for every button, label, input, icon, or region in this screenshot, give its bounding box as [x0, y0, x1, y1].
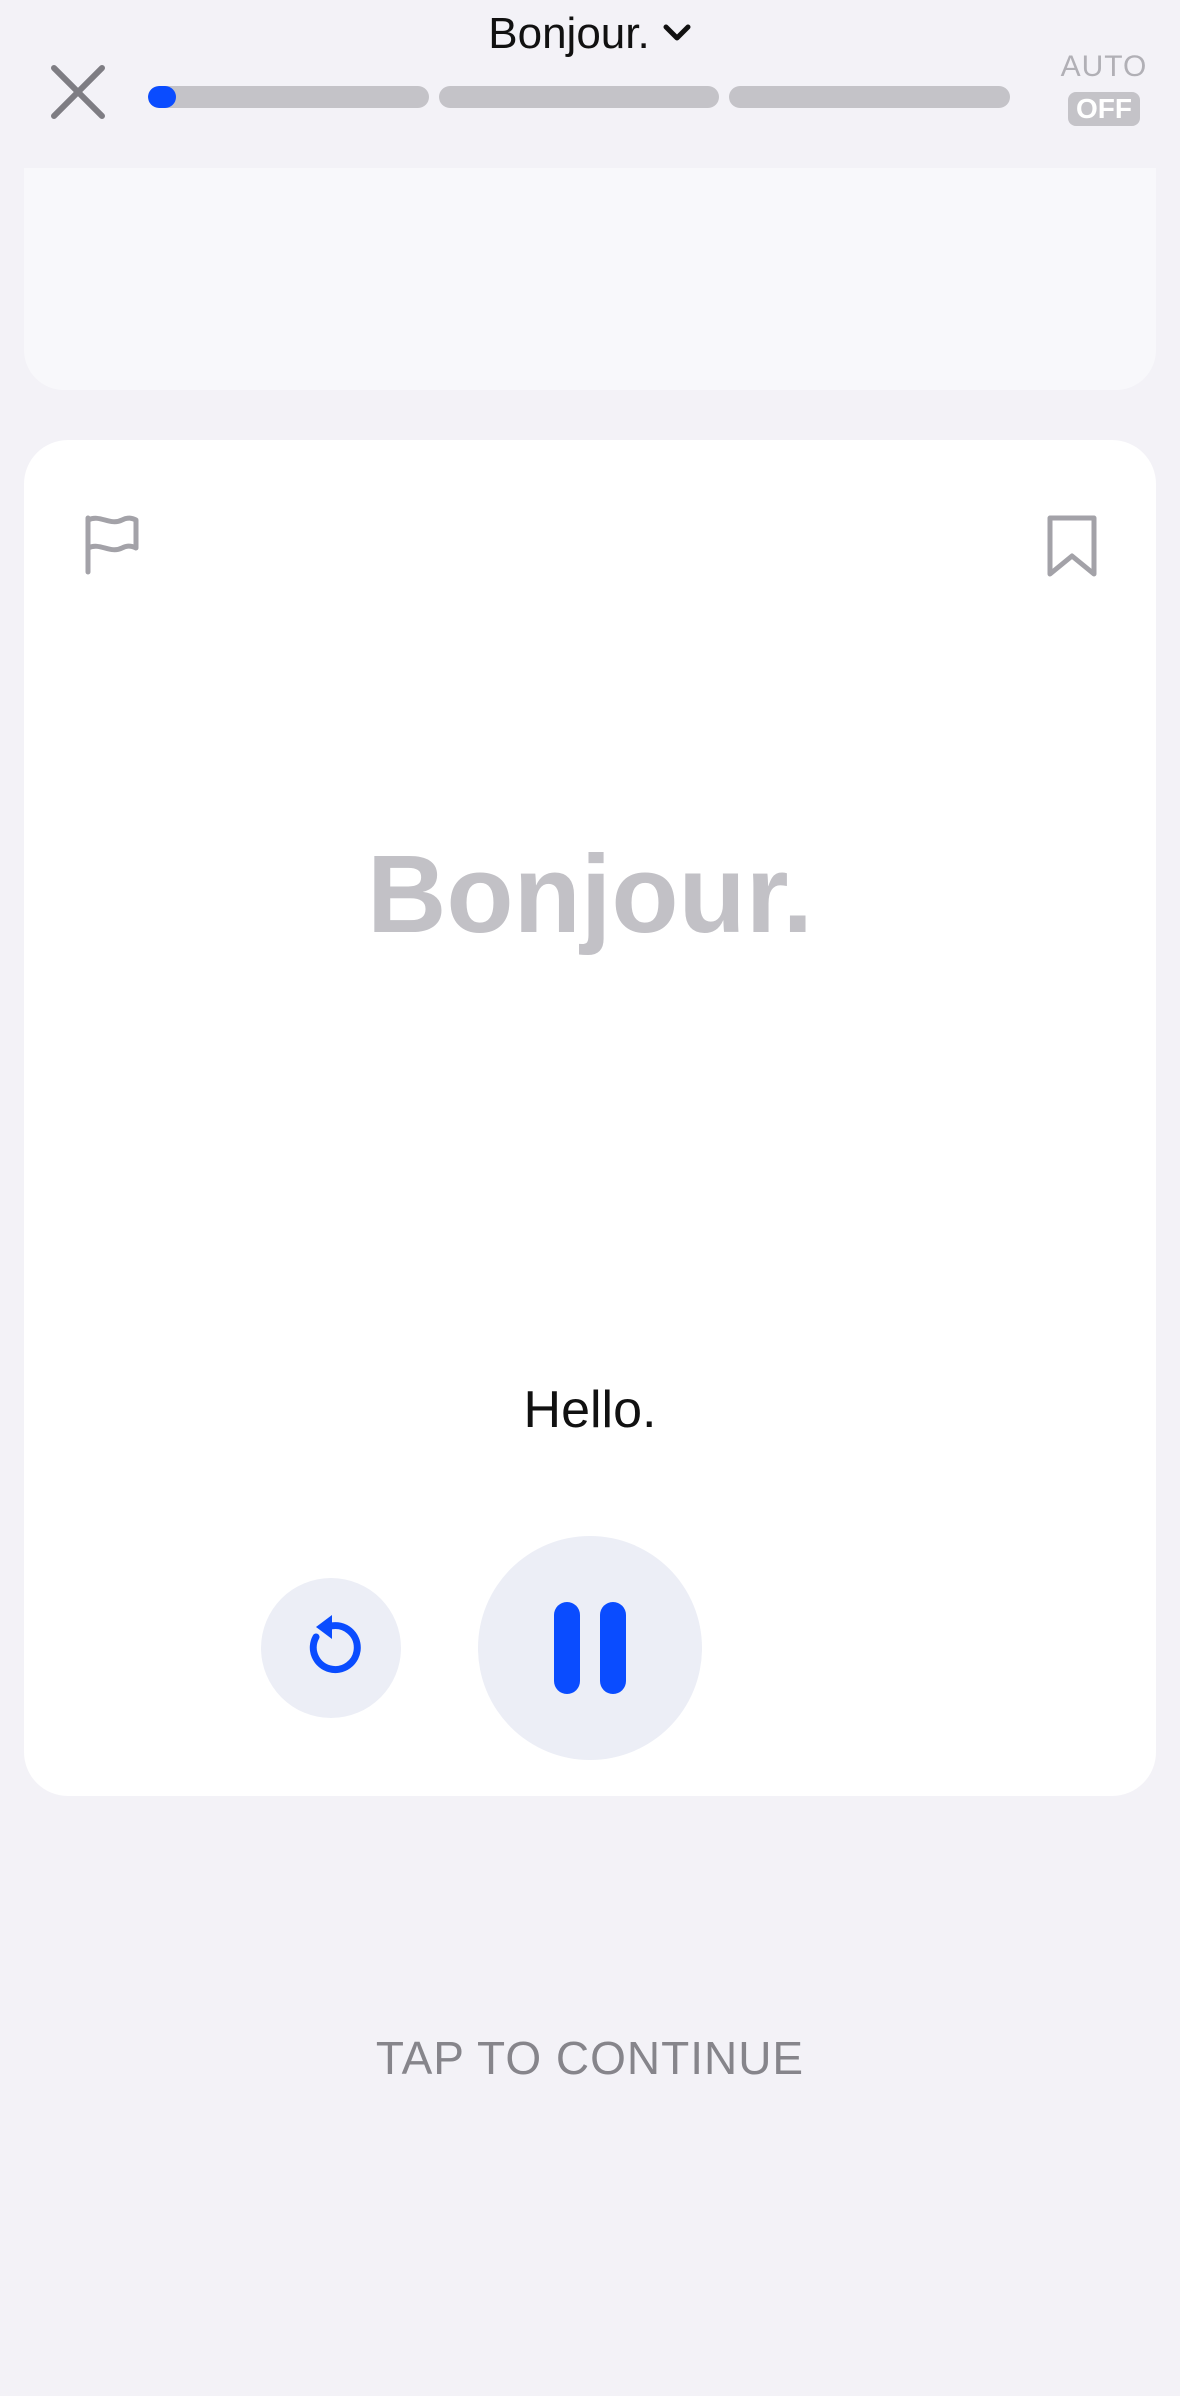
progress-segment	[438, 86, 720, 108]
progress-fill	[148, 86, 177, 108]
progress-segment	[729, 86, 1011, 108]
close-icon	[51, 65, 105, 119]
auto-play-toggle[interactable]: AUTO OFF	[1056, 50, 1152, 126]
lesson-title: Bonjour.	[488, 9, 650, 58]
previous-card	[24, 168, 1156, 390]
close-button[interactable]	[44, 58, 112, 126]
bookmark-button[interactable]	[1044, 512, 1100, 580]
tap-to-continue[interactable]: TAP TO CONTINUE	[0, 2028, 1180, 2088]
auto-label: AUTO	[1060, 50, 1148, 83]
pause-button[interactable]	[478, 1536, 702, 1760]
lesson-title-dropdown[interactable]: Bonjour.	[0, 4, 1180, 64]
flag-icon	[85, 515, 139, 575]
bookmark-icon	[1047, 515, 1097, 577]
translation-text: Hello.	[523, 1381, 657, 1439]
flag-button[interactable]	[80, 512, 144, 576]
chevron-down-icon	[663, 24, 691, 41]
replay-button[interactable]	[261, 1578, 401, 1718]
lesson-screen: Bonjour. AUTO OFF Bonjour. Hello. TAP TO…	[0, 0, 1180, 2396]
replay-icon	[309, 1615, 361, 1674]
auto-state-badge: OFF	[1068, 92, 1140, 126]
lesson-progress-bar	[148, 86, 1011, 108]
pause-icon	[554, 1602, 626, 1694]
phrase-card[interactable]: Bonjour. Hello.	[24, 440, 1156, 1796]
progress-segment	[148, 86, 429, 108]
phrase-text: Bonjour.	[366, 833, 814, 956]
